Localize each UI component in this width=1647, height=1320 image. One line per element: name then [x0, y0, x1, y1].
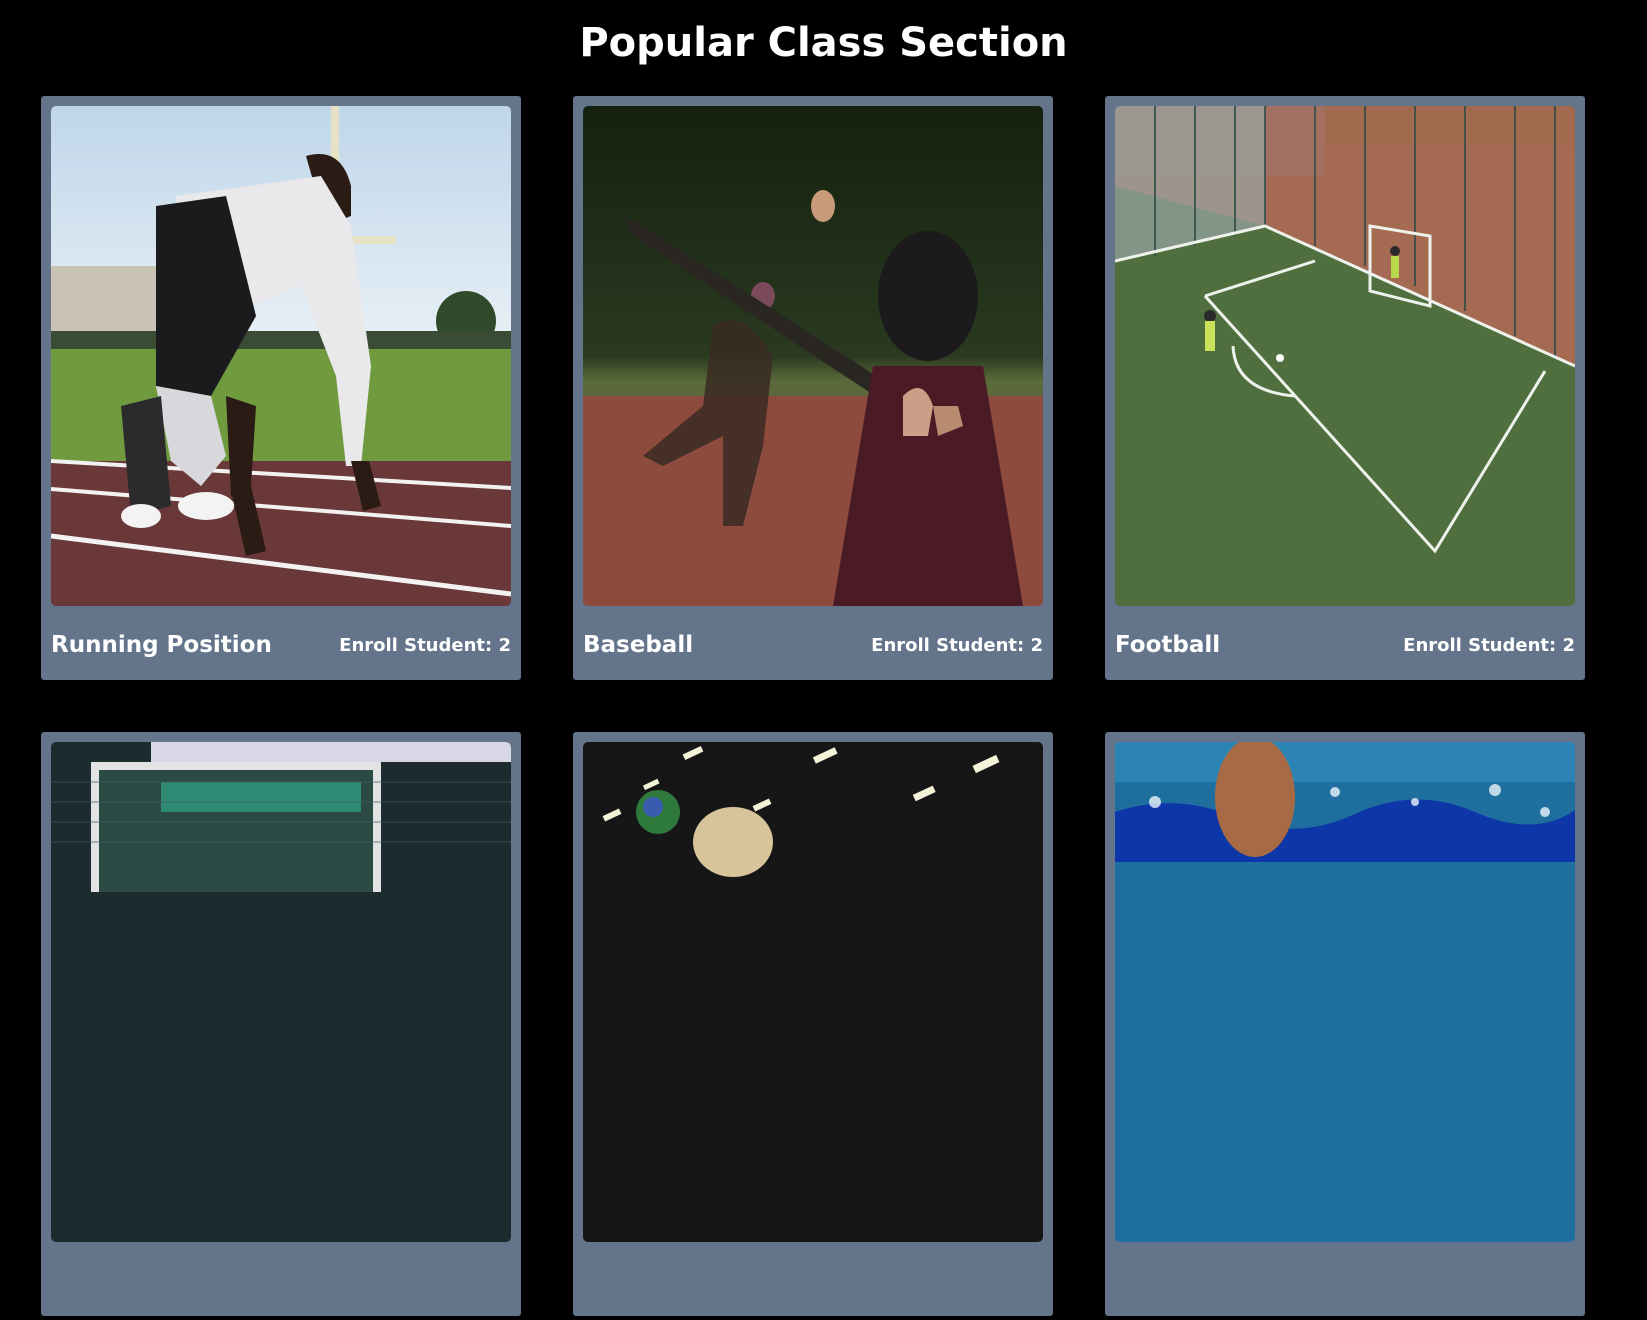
class-card[interactable]: Running Position Enroll Student: 2 [41, 96, 521, 680]
class-name: Running Position [51, 632, 272, 658]
class-image [583, 742, 1043, 1242]
class-card[interactable]: Football Enroll Student: 2 [1105, 96, 1585, 680]
class-image [583, 106, 1043, 606]
class-image [1115, 106, 1575, 606]
caged-football-pitch-photo [1115, 106, 1575, 606]
indoor-ball-player-photo [583, 742, 1043, 1242]
class-image [51, 742, 511, 1242]
goal-net-photo [51, 742, 511, 1242]
class-card[interactable] [41, 732, 521, 1316]
class-image [1115, 742, 1575, 1242]
enroll-count: Enroll Student: 2 [339, 634, 511, 656]
card-footer: Running Position Enroll Student: 2 [51, 606, 511, 684]
sprinter-at-starting-line-photo [51, 106, 511, 606]
class-grid: Running Position Enroll Student: 2 Baseb… [41, 96, 1585, 1316]
class-card[interactable] [1105, 732, 1585, 1316]
card-footer: Baseball Enroll Student: 2 [583, 606, 1043, 684]
enroll-count: Enroll Student: 2 [1403, 634, 1575, 656]
card-footer [1115, 1242, 1575, 1320]
class-card[interactable]: Baseball Enroll Student: 2 [573, 96, 1053, 680]
enroll-count: Enroll Student: 2 [871, 634, 1043, 656]
swimmer-in-pool-photo [1115, 742, 1575, 1242]
class-card[interactable] [573, 732, 1053, 1316]
class-name: Baseball [583, 632, 694, 658]
card-footer [583, 1242, 1043, 1320]
card-footer: Football Enroll Student: 2 [1115, 606, 1575, 684]
page-title: Popular Class Section [579, 20, 1068, 66]
class-name: Football [1115, 632, 1221, 658]
child-batter-with-helmet-photo [583, 106, 1043, 606]
class-image [51, 106, 511, 606]
card-footer [51, 1242, 511, 1320]
